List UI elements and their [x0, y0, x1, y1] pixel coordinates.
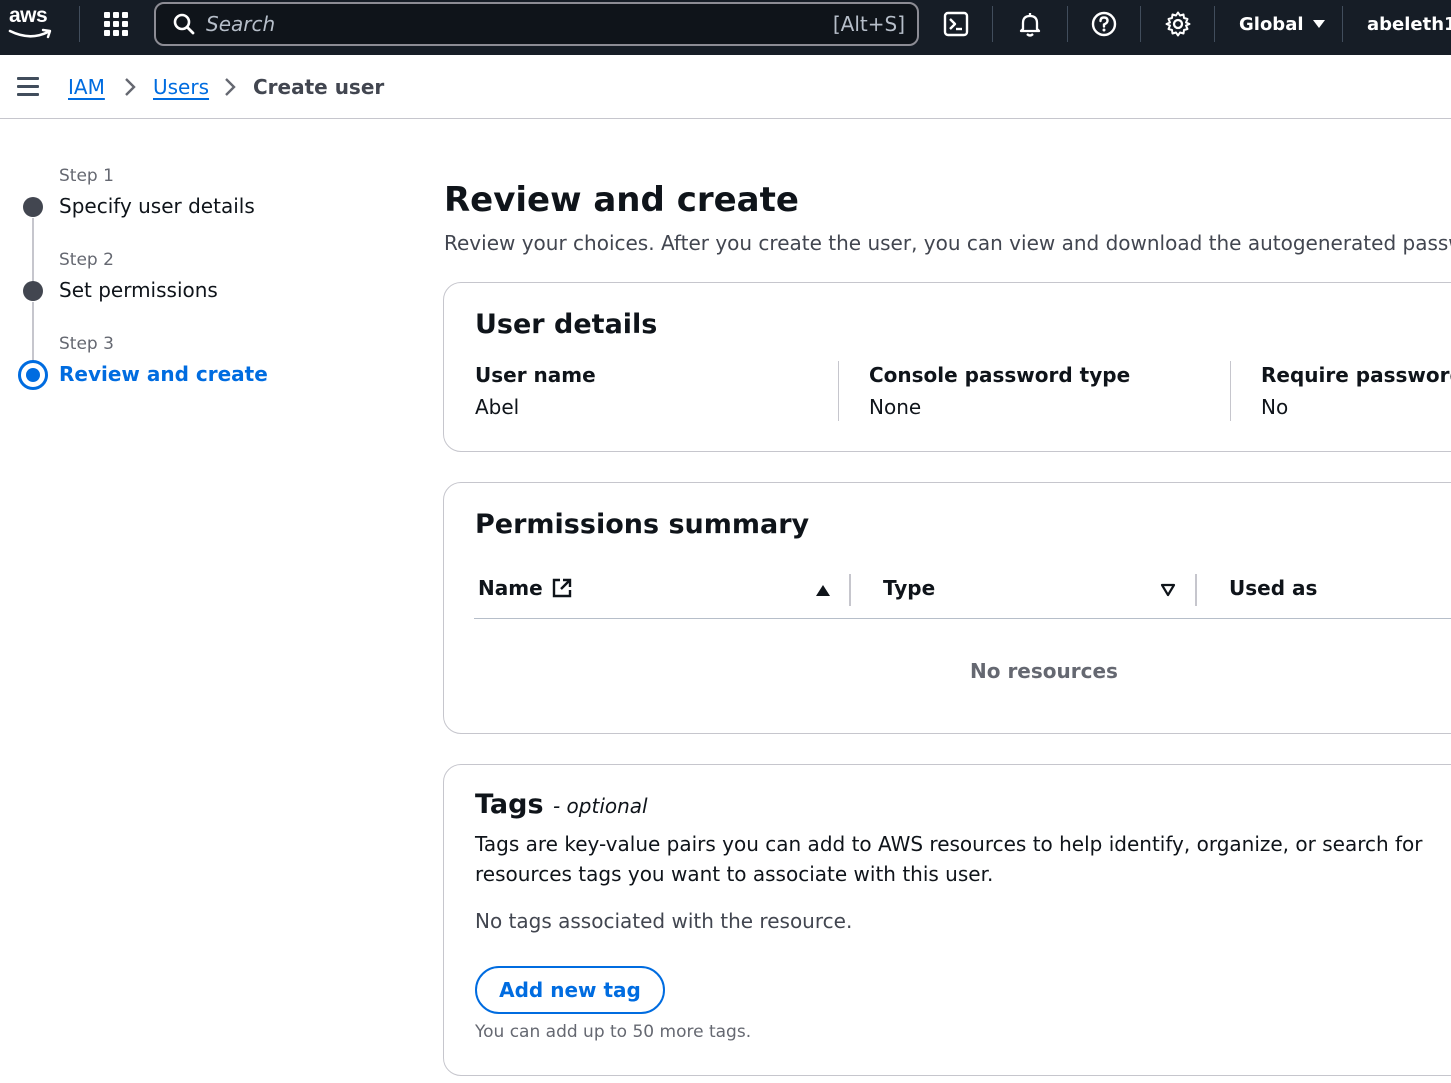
user-name-field: User name Abel [475, 363, 596, 419]
tags-optional-label: - optional [552, 794, 648, 818]
console-password-type-field: Console password type None [869, 363, 1130, 419]
breadcrumb-users[interactable]: Users [153, 75, 209, 99]
settings-gear-icon[interactable] [1162, 0, 1194, 48]
require-password-reset-key: Require password re [1261, 363, 1451, 387]
user-name-value: Abel [475, 395, 520, 419]
tags-title: Tags - optional [475, 789, 648, 820]
search-bar[interactable]: [Alt+S] [154, 2, 919, 46]
services-grid-icon[interactable] [102, 0, 130, 48]
sort-caret-down-icon[interactable] [1160, 583, 1176, 597]
breadcrumb-bar: IAM Users Create user [0, 55, 1451, 119]
aws-smile-icon [8, 28, 52, 39]
sort-ascending-icon[interactable] [815, 583, 831, 597]
account-menu[interactable]: abeleth1 @ [1367, 0, 1451, 48]
chevron-right-icon [225, 78, 236, 96]
step-2-dot [23, 281, 43, 301]
add-new-tag-button[interactable]: Add new tag [475, 966, 665, 1014]
user-details-title: User details [475, 309, 658, 340]
tags-description: Tags are key-value pairs you can add to … [475, 832, 1423, 886]
external-link-icon [552, 578, 571, 598]
no-tags-text: No tags associated with the resource. [475, 909, 853, 933]
help-icon[interactable] [1088, 0, 1120, 48]
page-title: Review and create [444, 180, 799, 220]
require-password-reset-value: No [1261, 395, 1289, 419]
column-header-name[interactable]: Name [478, 576, 573, 600]
step-3-title: Review and create [59, 362, 268, 386]
step-2-label: Step 2 [59, 250, 114, 270]
search-input[interactable] [206, 12, 806, 36]
breadcrumb-iam[interactable]: IAM [68, 75, 105, 99]
account-label: abeleth1 @ [1367, 13, 1451, 35]
permissions-summary-title: Permissions summary [475, 509, 810, 540]
step-1-label: Step 1 [59, 166, 114, 186]
step-1-dot [23, 197, 43, 217]
chevron-right-icon [125, 78, 136, 96]
step-1-title[interactable]: Specify user details [59, 194, 255, 218]
step-3-label: Step 3 [59, 334, 114, 354]
breadcrumb-create-user: Create user [253, 75, 385, 99]
aws-logo[interactable]: aws [6, 0, 56, 48]
tags-title-text: Tags [475, 789, 544, 820]
no-resources-text: No resources [970, 659, 1118, 683]
permissions-summary-card: Permissions summary Name Type Used as No… [443, 482, 1451, 734]
step-2-title[interactable]: Set permissions [59, 278, 218, 302]
column-header-type[interactable]: Type [883, 576, 935, 600]
user-details-card: User details User name Abel Console pass… [443, 282, 1451, 452]
page-description: Review your choices. After you create th… [444, 231, 1451, 255]
column-used-as-label: Used as [1229, 576, 1318, 600]
column-type-label: Type [883, 576, 936, 600]
notifications-bell-icon[interactable] [1014, 0, 1046, 48]
top-navigation: aws [Alt+S] [0, 0, 1451, 55]
region-label: Global [1239, 13, 1304, 35]
search-icon [173, 13, 195, 35]
region-selector[interactable]: Global [1239, 0, 1326, 48]
tags-card: Tags - optional Tags are key-value pairs… [443, 764, 1451, 1076]
console-password-type-key: Console password type [869, 363, 1131, 387]
search-shortcut: [Alt+S] [832, 12, 905, 36]
step-3-active-dot [18, 360, 48, 390]
cloudshell-icon[interactable] [940, 0, 972, 48]
require-password-reset-field: Require password re No [1261, 363, 1451, 419]
caret-down-icon [1312, 20, 1325, 28]
column-header-used-as[interactable]: Used as [1229, 576, 1317, 600]
console-password-type-value: None [869, 395, 922, 419]
aws-logo-text: aws [9, 4, 48, 27]
column-name-label: Name [478, 576, 543, 600]
menu-hamburger-icon[interactable] [17, 77, 39, 97]
user-name-key: User name [475, 363, 596, 387]
tags-limit-hint: You can add up to 50 more tags. [475, 1022, 752, 1042]
